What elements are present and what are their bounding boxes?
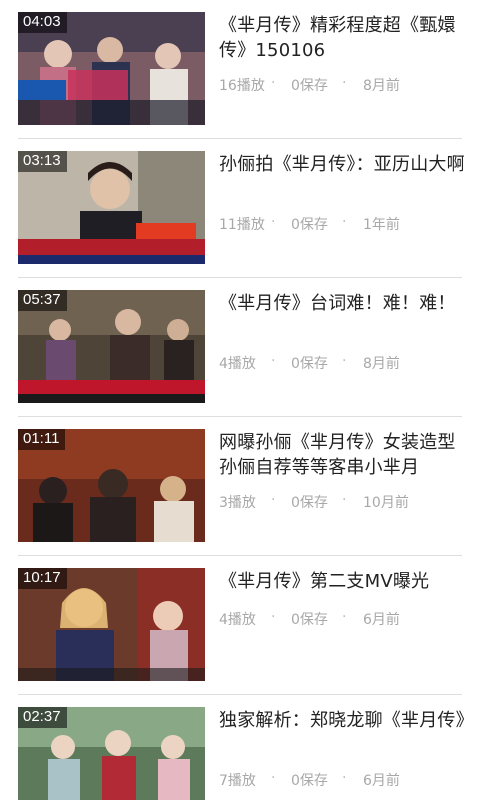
play-count: 4播放 [219,356,256,372]
upload-age: 6月前 [363,612,400,628]
duration-badge: 03:13 [18,151,67,172]
video-thumbnail[interactable]: 01:11 [18,429,205,542]
upload-age: 10月前 [363,495,409,511]
meta-separator: · [342,770,347,786]
video-thumbnail[interactable]: 05:37 [18,290,205,403]
meta-separator: · [342,75,347,91]
upload-age: 8月前 [363,78,400,94]
video-meta: 4播放 · 0保存 · 6月前 [219,609,469,629]
meta-separator: · [271,75,276,91]
save-count: 0保存 [291,217,328,233]
play-count: 11播放 [219,217,265,233]
video-thumbnail[interactable]: 02:37 [18,707,205,800]
duration-badge: 10:17 [18,568,67,589]
video-title[interactable]: 孙俪拍《芈月传》：亚历山大啊 [219,152,467,177]
video-thumbnail[interactable]: 03:13 [18,151,205,264]
video-list-item[interactable]: 02:37 独家解析：郑晓龙聊《芈月传》 7播放 · 0保存 · 6月前 [0,695,480,800]
play-count: 16播放 [219,78,265,94]
video-list: 04:03 《芈月传》精彩程度超《甄嬛传》150106 16播放 · 0保存 ·… [0,0,480,800]
upload-age: 1年前 [363,217,400,233]
video-meta: 11播放 · 0保存 · 1年前 [219,214,469,234]
save-count: 0保存 [291,612,328,628]
video-title[interactable]: 《芈月传》精彩程度超《甄嬛传》150106 [219,13,467,63]
upload-age: 6月前 [363,773,400,789]
play-count: 4播放 [219,612,256,628]
meta-separator: · [271,353,276,369]
video-thumbnail[interactable]: 04:03 [18,12,205,125]
meta-separator: · [271,770,276,786]
duration-badge: 02:37 [18,707,67,728]
video-meta: 4播放 · 0保存 · 8月前 [219,353,469,373]
video-list-item[interactable]: 05:37 《芈月传》台词难！难！难！ 4播放 · 0保存 · 8月前 [0,278,480,417]
meta-separator: · [271,492,276,508]
video-list-item[interactable]: 04:03 《芈月传》精彩程度超《甄嬛传》150106 16播放 · 0保存 ·… [0,0,480,139]
play-count: 3播放 [219,495,256,511]
video-list-item[interactable]: 10:17 《芈月传》第二支MV曝光 4播放 · 0保存 · 6月前 [0,556,480,695]
upload-age: 8月前 [363,356,400,372]
save-count: 0保存 [291,773,328,789]
video-thumbnail[interactable]: 10:17 [18,568,205,681]
duration-badge: 05:37 [18,290,67,311]
video-title[interactable]: 网曝孙俪《芈月传》女装造型 孙俪自荐等等客串小芈月 [219,430,467,480]
meta-separator: · [342,609,347,625]
duration-badge: 01:11 [18,429,66,450]
video-title[interactable]: 独家解析：郑晓龙聊《芈月传》 [219,708,474,733]
meta-separator: · [342,353,347,369]
meta-separator: · [342,214,347,230]
meta-separator: · [271,609,276,625]
meta-separator: · [271,214,276,230]
video-meta: 3播放 · 0保存 · 10月前 [219,492,469,512]
save-count: 0保存 [291,356,328,372]
video-list-item[interactable]: 01:11 网曝孙俪《芈月传》女装造型 孙俪自荐等等客串小芈月 3播放 · 0保… [0,417,480,556]
video-title[interactable]: 《芈月传》台词难！难！难！ [219,291,467,316]
video-list-item[interactable]: 03:13 孙俪拍《芈月传》：亚历山大啊 11播放 · 0保存 · 1年前 [0,139,480,278]
video-meta: 16播放 · 0保存 · 8月前 [219,75,469,95]
meta-separator: · [342,492,347,508]
video-meta: 7播放 · 0保存 · 6月前 [219,770,469,790]
save-count: 0保存 [291,78,328,94]
play-count: 7播放 [219,773,256,789]
save-count: 0保存 [291,495,328,511]
duration-badge: 04:03 [18,12,67,33]
video-title[interactable]: 《芈月传》第二支MV曝光 [219,569,467,594]
